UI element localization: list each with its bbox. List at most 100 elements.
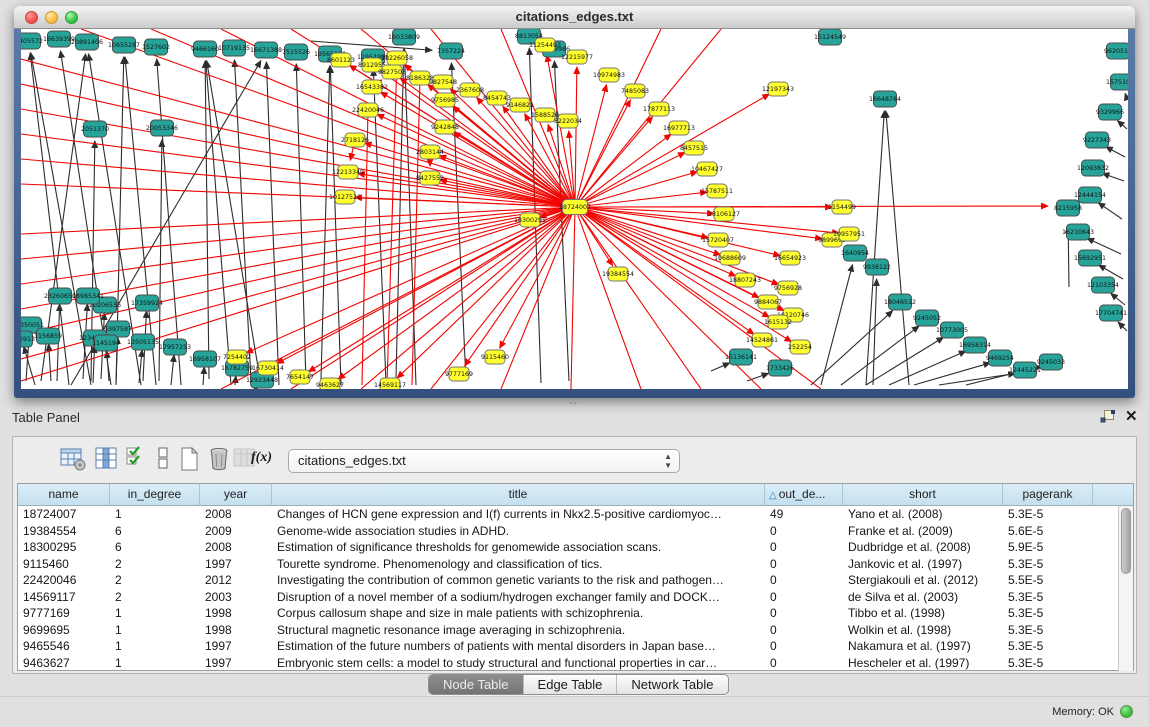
graph-node[interactable]: 15720407 [702, 233, 734, 247]
row-pair-icon[interactable] [149, 446, 177, 472]
vertical-scrollbar[interactable] [1118, 506, 1133, 671]
table-row[interactable]: 1872400712008Changes of HCN gene express… [18, 506, 1118, 523]
graph-node[interactable]: 12103354 [1087, 277, 1119, 293]
graph-node[interactable]: 16654923 [774, 251, 806, 265]
graph-node[interactable]: 15124549 [814, 29, 846, 45]
graph-node[interactable]: 7357224 [437, 43, 465, 59]
select-columns-icon[interactable] [123, 446, 151, 472]
graph-node[interactable]: 9756985 [431, 93, 459, 107]
graph-node[interactable]: 10773005 [936, 322, 968, 338]
close-panel-icon[interactable]: ✕ [1125, 407, 1138, 425]
graph-node[interactable]: 16543382 [356, 80, 388, 94]
function-builder-icon[interactable]: f(x) [251, 450, 272, 466]
table-row[interactable]: 946362711997Embryonic stem cells: a mode… [18, 655, 1118, 672]
graph-node[interactable]: 7254402 [223, 350, 251, 364]
table-row[interactable]: 1830029562008Estimation of significance … [18, 539, 1118, 556]
graph-node[interactable]: 9827503 [378, 65, 406, 79]
graph-node[interactable]: 1145194 [92, 335, 120, 351]
graph-node[interactable]: 9884067 [754, 295, 782, 309]
graph-node[interactable]: 10467427 [691, 162, 723, 176]
graph-node[interactable]: 16210643 [1062, 224, 1094, 240]
network-graph[interactable]: 2405572166393992089140610655287152760294… [21, 29, 1128, 389]
table-row[interactable]: 969969511998Structural magnetic resonanc… [18, 622, 1118, 639]
graph-node[interactable]: 9620510 [1104, 43, 1128, 59]
graph-node[interactable]: 9463627 [316, 378, 344, 389]
tab-node-table[interactable]: Node Table [429, 675, 523, 694]
graph-node[interactable]: 9777169 [445, 367, 473, 381]
graph-node[interactable]: 15787511 [701, 184, 733, 198]
column-header-out_de[interactable]: △out_de... [765, 484, 843, 505]
graph-node[interactable]: 20053346 [146, 120, 178, 136]
graph-node[interactable]: 7485083 [621, 84, 649, 98]
graph-node[interactable]: 7515526 [282, 44, 310, 60]
graph-node[interactable]: 9242848 [431, 120, 459, 134]
graph-node[interactable]: 1640954 [841, 245, 869, 261]
graph-node[interactable]: 18985341 [72, 288, 104, 304]
table-row[interactable]: 2242004622012Investigating the contribut… [18, 572, 1118, 589]
graph-node[interactable]: 1154499 [828, 200, 856, 214]
graph-node[interactable]: 8457515 [680, 141, 708, 155]
graph-node[interactable]: 18046512 [884, 294, 916, 310]
graph-node[interactable]: 7654147 [286, 370, 314, 384]
graph-node[interactable]: 16033809 [388, 29, 420, 45]
graph-node[interactable]: 12444154 [1074, 187, 1106, 203]
column-header-year[interactable]: year [200, 484, 272, 505]
graph-node[interactable]: 252254 [788, 340, 812, 354]
graph-node[interactable]: 16958107 [189, 351, 221, 367]
graph-node[interactable]: 9466160 [191, 41, 219, 57]
graph-node[interactable]: 9469254 [986, 350, 1014, 366]
graph-node[interactable]: 9146821 [506, 98, 534, 112]
scrollbar-thumb[interactable] [1121, 508, 1131, 574]
graph-node[interactable]: 13505135 [127, 334, 159, 350]
graph-node[interactable]: 16671388 [250, 42, 282, 58]
graph-node[interactable]: 10688609 [714, 251, 746, 265]
graph-node[interactable]: 15136141 [725, 349, 757, 365]
graph-node[interactable]: 1156859 [34, 328, 62, 344]
graph-node[interactable]: 15751074 [1106, 74, 1128, 90]
graph-node[interactable]: 14569117 [374, 378, 406, 389]
graph-node[interactable]: 14524861 [746, 333, 778, 347]
graph-node[interactable]: 2718126 [341, 133, 369, 147]
column-header-name[interactable]: name [18, 484, 110, 505]
graph-node[interactable]: 20891406 [71, 34, 103, 50]
graph-node[interactable]: 12093832 [1077, 160, 1109, 176]
graph-node[interactable]: 10655287 [108, 37, 140, 53]
table-row[interactable]: 911546021997Tourette syndrome. Phenomeno… [18, 556, 1118, 573]
float-panel-icon[interactable] [1100, 409, 1116, 425]
window-titlebar[interactable]: citations_edges.txt [14, 6, 1135, 29]
table-row[interactable]: 1938455462009Genome-wide association stu… [18, 523, 1118, 540]
network-canvas[interactable]: 2405572166393992089140610655287152760294… [21, 29, 1128, 389]
graph-node[interactable]: 17704741 [1095, 305, 1127, 321]
column-header-in_degree[interactable]: in_degree [110, 484, 200, 505]
graph-node[interactable]: 2405572 [21, 33, 43, 49]
graph-node[interactable]: 12213349 [332, 165, 364, 179]
graph-node[interactable]: 8427552 [416, 171, 444, 185]
graph-node[interactable]: 8222034 [554, 114, 582, 128]
trash-icon[interactable] [205, 446, 233, 472]
graph-node[interactable]: 10974983 [593, 68, 625, 82]
graph-node[interactable]: 9329966 [1096, 104, 1124, 120]
table-row[interactable]: 946554611997Estimation of the future num… [18, 638, 1118, 655]
graph-node[interactable]: 2051370 [81, 121, 109, 137]
graph-node[interactable]: 17359924 [131, 295, 163, 311]
graph-node[interactable]: 13106127 [708, 207, 740, 221]
table-settings-icon[interactable] [59, 446, 87, 472]
column-header-title[interactable]: title [272, 484, 765, 505]
table-select-combo[interactable]: citations_edges.txt ▲▼ [288, 449, 680, 473]
new-file-icon[interactable] [175, 446, 203, 472]
column-header-pagerank[interactable]: pagerank [1003, 484, 1093, 505]
graph-node[interactable]: 9756928 [774, 281, 802, 295]
graph-node[interactable]: 17877113 [643, 102, 675, 116]
graph-node[interactable]: 2367608 [456, 83, 484, 97]
splitter-handle[interactable] [569, 401, 578, 406]
graph-node[interactable]: 16648784 [869, 91, 901, 107]
graph-node[interactable]: 1615132 [764, 315, 792, 329]
table-row[interactable]: 977716911998Corpus callosum shape and si… [18, 605, 1118, 622]
graph-node[interactable]: 18724007 [559, 200, 591, 215]
column-header-short[interactable]: short [843, 484, 1003, 505]
graph-node[interactable]: 10127521 [329, 190, 361, 204]
graph-node[interactable]: 9827548 [429, 75, 457, 89]
graph-node[interactable]: 12197343 [762, 82, 794, 96]
graph-node[interactable]: 8215958 [1054, 200, 1082, 216]
tab-edge-table[interactable]: Edge Table [523, 675, 617, 694]
